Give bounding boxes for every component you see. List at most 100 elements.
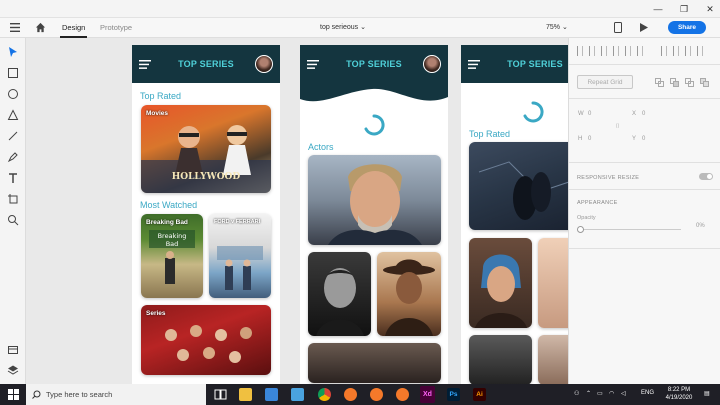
artboard-1[interactable]: TOP SERIES Top Rated HOLLYWOOD Movies Mo… [132,45,280,384]
blender-icon[interactable] [344,388,357,401]
maximize-button[interactable]: ❐ [678,3,690,15]
tab-prototype[interactable]: Prototype [100,23,132,32]
layers-icon[interactable] [7,364,19,376]
actor-card-2[interactable] [308,252,371,336]
opacity-value[interactable]: 0% [696,223,705,229]
distribute-horizontal-icon[interactable] [661,46,667,56]
clock-date: 4/19/2020 [665,395,693,401]
rectangle-icon[interactable] [7,67,19,79]
wave-header-shape [300,45,448,102]
boolean-subtract-icon[interactable] [670,78,679,87]
adobe-xd-icon[interactable]: Xd [420,386,435,403]
top-rated-card-2[interactable] [469,238,532,328]
illustrator-icon[interactable]: Ai [473,388,486,401]
select-icon[interactable] [7,46,19,58]
line-icon[interactable] [7,130,19,142]
appearance-label: APPEARANCE [577,200,618,206]
avatar [255,55,273,73]
device-preview-icon[interactable] [614,22,622,33]
windows-start-icon[interactable] [8,389,19,400]
store-icon[interactable] [265,388,278,401]
align-text-right-icon[interactable] [697,46,703,56]
file-explorer-icon[interactable] [239,388,252,401]
align-left-icon[interactable] [577,46,583,56]
tab-design[interactable]: Design [59,23,88,38]
blender-icon[interactable] [370,388,383,401]
card-series[interactable]: Series [141,305,271,375]
align-text-left-icon[interactable] [685,46,691,56]
y-field[interactable]: 0 [642,136,645,142]
y-label: Y [632,136,637,142]
battery-icon[interactable]: ▭ [597,390,603,397]
height-field[interactable]: 0 [588,136,591,142]
breaking-bad-image: Breaking Bad [149,230,195,284]
width-field[interactable]: 0 [588,111,591,117]
card-ford-ferrari[interactable]: FORD v FERRARI [209,214,271,298]
blender-icon[interactable] [396,388,409,401]
show-hidden-icons-icon[interactable]: ⌃ [586,390,591,397]
responsive-resize-toggle[interactable] [699,173,713,180]
task-view-icon[interactable] [214,388,227,401]
network-icon[interactable]: ◠ [609,390,614,397]
lock-aspect-icon[interactable]: ⌷ [616,124,620,131]
loading-spinner-icon [364,114,385,136]
ellipse-icon[interactable] [7,88,19,100]
artboard-icon[interactable] [7,193,19,205]
card-breaking-bad[interactable]: Breaking Bad Breaking Bad [141,214,203,298]
document-title[interactable]: top serieous ⌄ [320,23,366,31]
opacity-label: Opacity [577,215,596,221]
movie-card-hollywood[interactable]: HOLLYWOOD Movies [141,105,271,193]
boolean-exclude-icon[interactable] [700,78,709,87]
zoom-icon[interactable] [7,214,19,226]
people-icon[interactable]: ⚇ [574,390,579,397]
top-rated-card-4[interactable] [469,335,532,384]
actor-card-1[interactable] [308,155,441,245]
ford-ferrari-image [217,246,263,290]
actor-card-4[interactable] [308,343,441,383]
top-rated-card-1[interactable] [469,142,568,230]
top-rated-card-5[interactable] [538,335,568,384]
zoom-level[interactable]: 75% ⌄ [546,23,568,31]
polygon-icon[interactable] [7,109,19,121]
actor-portrait-3 [383,259,435,336]
minimize-button[interactable]: — [652,3,664,15]
close-button[interactable]: ✕ [704,3,716,15]
artboard-2[interactable]: TOP SERIES Actors [300,45,448,384]
align-top-icon[interactable] [613,46,619,56]
taskbar-search-box[interactable]: Type here to search [26,384,206,405]
width-label: W [578,111,584,117]
boolean-intersect-icon[interactable] [685,78,694,87]
language-indicator[interactable]: ENG [641,390,654,396]
artboard-3[interactable]: TOP SERIES Top Rated [461,45,568,384]
volume-icon[interactable]: ◁ [621,390,626,397]
distribute-vertical-icon[interactable] [673,46,679,56]
home-icon[interactable] [35,22,46,33]
hamburger-menu-icon[interactable] [10,23,20,32]
text-icon[interactable] [7,172,19,184]
align-middle-icon[interactable] [625,46,631,56]
section-title-top-rated: Top Rated [469,129,511,139]
repeat-grid-button[interactable]: Repeat Grid [577,75,633,89]
align-bottom-icon[interactable] [637,46,643,56]
photoshop-icon[interactable]: Ps [447,388,460,401]
notifications-icon[interactable]: ▤ [704,390,710,397]
share-button[interactable]: Share [668,21,706,34]
chrome-icon[interactable] [318,388,331,401]
top-rated-card-3[interactable] [538,238,568,328]
actor-card-3[interactable] [377,252,441,336]
boolean-add-icon[interactable] [655,78,664,87]
mail-icon[interactable] [291,388,304,401]
plugins-icon[interactable] [7,344,19,356]
system-clock[interactable]: 8:22 PM 4/19/2020 [662,386,696,402]
design-canvas[interactable]: TOP SERIES Top Rated HOLLYWOOD Movies Mo… [26,38,568,384]
x-field[interactable]: 0 [642,111,645,117]
divider [569,98,720,99]
opacity-slider-handle[interactable] [577,226,584,233]
align-right-icon[interactable] [601,46,607,56]
align-center-icon[interactable] [589,46,595,56]
opacity-slider-track[interactable] [581,229,681,230]
play-icon[interactable] [639,23,648,32]
x-label: X [632,111,637,117]
pen-icon[interactable] [7,151,19,163]
divider [569,64,720,65]
